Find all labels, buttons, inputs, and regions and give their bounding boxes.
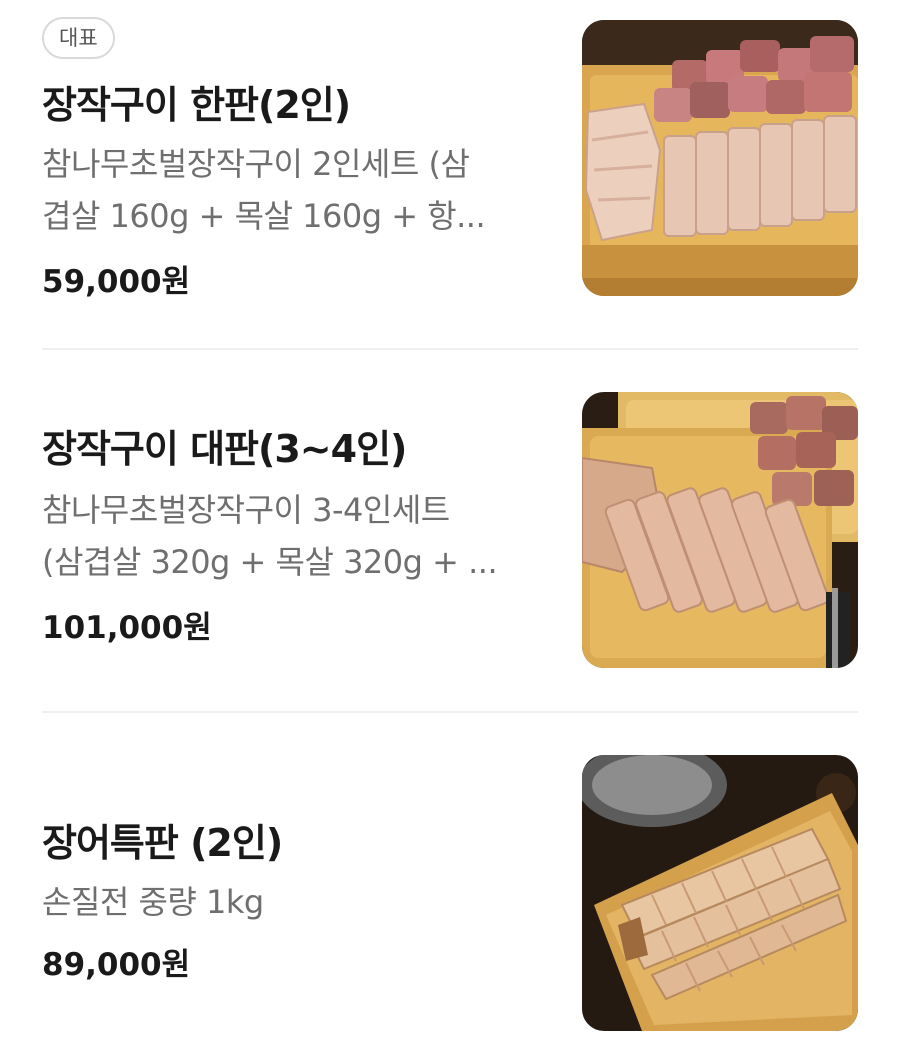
price-value: 101,000 [42, 610, 184, 646]
menu-item-price: 59,000원 [42, 256, 190, 301]
description-line: 참나무초벌장작구이 2인세트 (삼 [42, 145, 470, 183]
price-currency: 원 [161, 264, 191, 300]
grilled-eel-platter-illustration [582, 755, 858, 1031]
menu-item[interactable]: 장작구이 대판(3~4인) 참나무초벌장작구이 3-4인세트 (삼겹살 320g… [0, 350, 900, 713]
menu-item-title: 장작구이 한판(2인) [42, 83, 351, 127]
price-currency: 원 [183, 610, 212, 646]
menu-list: 대표 장작구이 한판(2인) 참나무초벌장작구이 2인세트 (삼 겹살 160g… [0, 0, 900, 1049]
menu-item-price: 89,000원 [42, 939, 190, 984]
signature-badge: 대표 [42, 17, 115, 59]
menu-item-description: 손질전 중량 1kg [42, 876, 542, 928]
description-line: 손질전 중량 1kg [42, 883, 264, 921]
menu-item-title: 장작구이 대판(3~4인) [42, 427, 407, 471]
price-value: 89,000 [42, 947, 162, 983]
price-currency: 원 [161, 947, 191, 983]
menu-item-description: 참나무초벌장작구이 2인세트 (삼 겹살 160g + 목살 160g + 항.… [42, 138, 542, 242]
grilled-eel-platter-image[interactable] [582, 755, 858, 1031]
menu-item[interactable]: 장어특판 (2인) 손질전 중량 1kg 89,000원 [0, 713, 900, 1049]
menu-item-description: 참나무초벌장작구이 3-4인세트 (삼겹살 320g + 목살 320g + .… [42, 484, 542, 588]
menu-item[interactable]: 대표 장작구이 한판(2인) 참나무초벌장작구이 2인세트 (삼 겹살 160g… [0, 0, 900, 350]
description-line: 참나무초벌장작구이 3-4인세트 [42, 491, 450, 529]
menu-item-title: 장어특판 (2인) [42, 821, 283, 865]
description-line: (삼겹살 320g + 목살 320g + ... [42, 543, 498, 581]
price-value: 59,000 [42, 264, 162, 300]
description-line: 겹살 160g + 목살 160g + 항... [42, 197, 486, 235]
pork-large-platter-image[interactable] [582, 392, 858, 668]
pork-platter-image[interactable] [582, 20, 858, 296]
menu-item-price: 101,000원 [42, 602, 212, 647]
pork-large-platter-illustration [582, 392, 858, 668]
pork-platter-illustration [582, 20, 858, 296]
